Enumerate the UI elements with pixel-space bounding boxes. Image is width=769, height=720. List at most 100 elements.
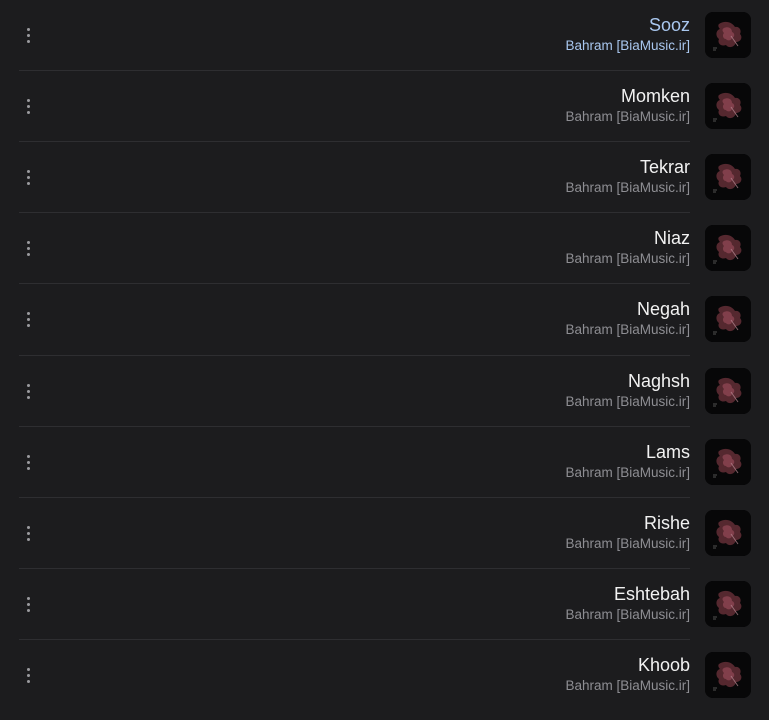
more-vert-dot	[26, 383, 30, 387]
track-title: Khoob	[637, 655, 690, 675]
more-vert-icon	[26, 383, 30, 399]
more-vert-dot	[26, 98, 30, 102]
more-vert-dot	[26, 667, 30, 671]
track-artist: Bahram [BiaMusic.ir]	[565, 38, 690, 53]
more-vert-icon	[26, 525, 30, 541]
track-row[interactable]: Lams Bahram [BiaMusic.ir]	[0, 427, 769, 498]
track-row[interactable]: Tekrar Bahram [BiaMusic.ir]	[0, 142, 769, 213]
more-vert-icon	[26, 240, 30, 256]
track-artist: Bahram [BiaMusic.ir]	[565, 536, 690, 551]
track-info: Tekrar Bahram [BiaMusic.ir]	[270, 156, 690, 197]
more-vert-icon	[26, 27, 30, 43]
album-artwork	[705, 368, 751, 414]
more-vert-dot	[26, 323, 30, 327]
more-options-button[interactable]	[14, 234, 42, 262]
track-title: Eshtebah	[613, 584, 690, 604]
more-vert-dot	[26, 679, 30, 683]
more-vert-dot	[26, 454, 30, 458]
more-vert-dot	[26, 395, 30, 399]
more-vert-dot	[26, 466, 30, 470]
track-row[interactable]: Niaz Bahram [BiaMusic.ir]	[0, 213, 769, 284]
more-options-button[interactable]	[14, 590, 42, 618]
album-artwork	[705, 12, 751, 58]
track-title: Tekrar	[639, 157, 690, 177]
more-vert-dot	[26, 311, 30, 315]
album-artwork	[705, 581, 751, 627]
track-row[interactable]: Eshtebah Bahram [BiaMusic.ir]	[0, 569, 769, 640]
track-info: Negah Bahram [BiaMusic.ir]	[270, 298, 690, 339]
track-artist: Bahram [BiaMusic.ir]	[565, 394, 690, 409]
track-info: Khoob Bahram [BiaMusic.ir]	[270, 654, 690, 695]
track-artist: Bahram [BiaMusic.ir]	[565, 180, 690, 195]
track-artist: Bahram [BiaMusic.ir]	[565, 109, 690, 124]
more-vert-dot	[26, 110, 30, 114]
more-vert-dot	[26, 608, 30, 612]
track-row[interactable]: Khoob Bahram [BiaMusic.ir]	[0, 640, 769, 711]
track-title: Naghsh	[627, 371, 690, 391]
track-artist: Bahram [BiaMusic.ir]	[565, 465, 690, 480]
album-artwork	[705, 225, 751, 271]
album-artwork	[705, 83, 751, 129]
track-row[interactable]: Momken Bahram [BiaMusic.ir]	[0, 71, 769, 142]
more-vert-dot	[26, 602, 30, 606]
more-options-button[interactable]	[14, 21, 42, 49]
more-vert-dot	[26, 181, 30, 185]
track-title: Niaz	[653, 228, 690, 248]
more-vert-dot	[26, 525, 30, 529]
more-vert-dot	[26, 104, 30, 108]
more-vert-icon	[26, 311, 30, 327]
more-vert-dot	[26, 169, 30, 173]
more-options-button[interactable]	[14, 305, 42, 333]
more-vert-dot	[26, 33, 30, 37]
more-options-button[interactable]	[14, 519, 42, 547]
track-title: Lams	[645, 442, 690, 462]
track-row[interactable]: Naghsh Bahram [BiaMusic.ir]	[0, 356, 769, 427]
track-artist: Bahram [BiaMusic.ir]	[565, 607, 690, 622]
more-vert-dot	[26, 175, 30, 179]
more-vert-dot	[26, 252, 30, 256]
track-info: Lams Bahram [BiaMusic.ir]	[270, 441, 690, 482]
more-vert-icon	[26, 454, 30, 470]
more-vert-dot	[26, 39, 30, 43]
more-options-button[interactable]	[14, 377, 42, 405]
more-vert-dot	[26, 537, 30, 541]
more-vert-icon	[26, 596, 30, 612]
more-vert-dot	[26, 317, 30, 321]
more-options-button[interactable]	[14, 661, 42, 689]
track-title: Momken	[620, 86, 690, 106]
track-title: Sooz	[648, 15, 690, 35]
more-vert-dot	[26, 246, 30, 250]
more-options-button[interactable]	[14, 92, 42, 120]
more-vert-dot	[26, 531, 30, 535]
album-artwork	[705, 439, 751, 485]
more-vert-dot	[26, 389, 30, 393]
album-artwork	[705, 652, 751, 698]
track-title: Rishe	[643, 513, 690, 533]
track-artist: Bahram [BiaMusic.ir]	[565, 678, 690, 693]
more-vert-icon	[26, 169, 30, 185]
track-artist: Bahram [BiaMusic.ir]	[565, 251, 690, 266]
more-vert-dot	[26, 460, 30, 464]
track-info: Niaz Bahram [BiaMusic.ir]	[270, 227, 690, 268]
track-info: Momken Bahram [BiaMusic.ir]	[270, 85, 690, 126]
more-options-button[interactable]	[14, 163, 42, 191]
album-artwork	[705, 154, 751, 200]
track-row[interactable]: Sooz Bahram [BiaMusic.ir]	[0, 0, 769, 71]
album-artwork	[705, 510, 751, 556]
track-artist: Bahram [BiaMusic.ir]	[565, 322, 690, 337]
track-title: Negah	[636, 299, 690, 319]
album-artwork	[705, 296, 751, 342]
track-row[interactable]: Rishe Bahram [BiaMusic.ir]	[0, 498, 769, 569]
more-vert-dot	[26, 673, 30, 677]
more-vert-icon	[26, 98, 30, 114]
more-vert-dot	[26, 596, 30, 600]
more-options-button[interactable]	[14, 448, 42, 476]
more-vert-icon	[26, 667, 30, 683]
track-list: Sooz Bahram [BiaMusic.ir] Momken Bahram [Bi…	[0, 0, 769, 720]
track-info: Eshtebah Bahram [BiaMusic.ir]	[270, 583, 690, 624]
track-info: Naghsh Bahram [BiaMusic.ir]	[270, 370, 690, 411]
track-info: Sooz Bahram [BiaMusic.ir]	[270, 14, 690, 55]
track-row[interactable]: Negah Bahram [BiaMusic.ir]	[0, 284, 769, 355]
more-vert-dot	[26, 27, 30, 31]
track-info: Rishe Bahram [BiaMusic.ir]	[270, 512, 690, 553]
